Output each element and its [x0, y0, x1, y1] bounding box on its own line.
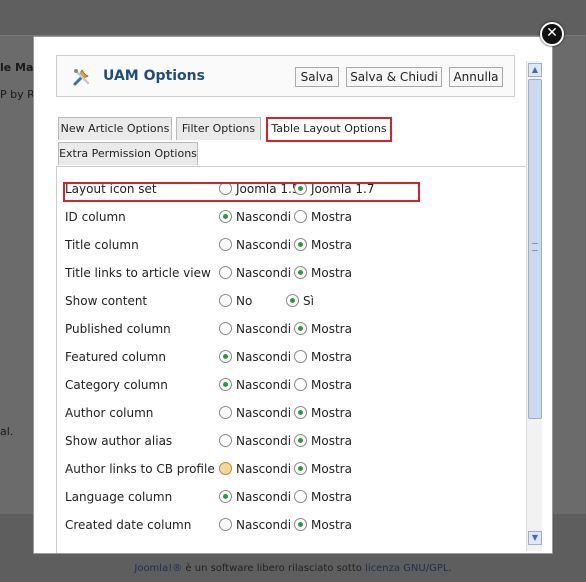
background-topbar: [0, 0, 586, 36]
radio-option-label: Nascondi: [236, 266, 292, 280]
radio-option-label: Nascondi: [236, 462, 292, 476]
radio-button[interactable]: [219, 210, 232, 223]
radio-button[interactable]: [294, 518, 307, 531]
radio-option-label: No: [236, 294, 253, 308]
option-label: Language column: [65, 490, 173, 504]
radio-option-label: Mostra: [311, 350, 352, 364]
option-label: Title links to article view: [65, 266, 211, 280]
scrollbar[interactable]: ▲ ▼: [526, 61, 542, 551]
option-row: Author column Nascondi Mostra: [65, 399, 526, 427]
radio-button[interactable]: [219, 350, 232, 363]
tools-icon: [73, 69, 90, 86]
radio-button[interactable]: [219, 322, 232, 335]
option-row: Title column Nascondi Mostra: [65, 231, 526, 259]
layout-icon-set-highlight: [63, 182, 420, 202]
radio-option-label: Mostra: [311, 490, 352, 504]
option-label: ID column: [65, 210, 126, 224]
option-row: Show author alias Nascondi Mostra: [65, 427, 526, 455]
radio-button[interactable]: [286, 294, 299, 307]
tab-table-layout-options[interactable]: Table Layout Options: [266, 117, 392, 142]
radio-button[interactable]: [219, 378, 232, 391]
table-layout-options-panel: Layout icon set Joomla 1.5 Joomla 1.7 ID co…: [56, 166, 526, 553]
scroll-up-arrow-icon[interactable]: ▲: [528, 63, 542, 77]
save-close-button[interactable]: Salva & Chiudi: [346, 67, 442, 87]
option-label: Author links to CB profile: [65, 462, 215, 476]
tab-extra-permission-options[interactable]: Extra Permission Options: [58, 142, 198, 165]
cancel-button[interactable]: Annulla: [449, 67, 503, 87]
radio-option-label: Mostra: [311, 378, 352, 392]
close-icon[interactable]: ✕: [540, 22, 564, 46]
radio-option-label: Mostra: [311, 518, 352, 532]
radio-button[interactable]: [219, 518, 232, 531]
radio-option-label: Nascondi: [236, 350, 292, 364]
radio-button[interactable]: [294, 434, 307, 447]
scroll-down-arrow-icon[interactable]: ▼: [528, 531, 542, 545]
option-row: Author links to CB profile Nascondi Mostra: [65, 455, 526, 483]
tab-new-article-options[interactable]: New Article Options: [58, 117, 172, 140]
radio-button[interactable]: [219, 434, 232, 447]
tab-filter-options[interactable]: Filter Options: [176, 117, 261, 140]
option-row: Title links to article view Nascondi Mostr…: [65, 259, 526, 287]
radio-button[interactable]: [294, 322, 307, 335]
background-text-fragment: al.: [0, 425, 14, 438]
footer-joomla-link[interactable]: Joomla!®: [134, 563, 182, 574]
uam-options-modal: UAM Options Salva Salva & Chiudi Annulla…: [33, 36, 553, 554]
radio-option-label: Sì: [303, 294, 314, 308]
radio-option-label: Nascondi: [236, 490, 292, 504]
option-label: Featured column: [65, 350, 166, 364]
radio-button[interactable]: [294, 210, 307, 223]
radio-button[interactable]: [219, 406, 232, 419]
radio-button[interactable]: [294, 490, 307, 503]
radio-option-label: Nascondi: [236, 322, 292, 336]
grip-icon: [532, 243, 538, 251]
option-label: Published column: [65, 322, 171, 336]
footer-text: Joomla!® è un software libero rilasciato…: [0, 563, 586, 574]
radio-button[interactable]: [294, 406, 307, 419]
radio-option-label: Nascondi: [236, 238, 292, 252]
scrollbar-thumb[interactable]: [528, 79, 542, 419]
option-row: Created date column Nascondi Mostra: [65, 511, 526, 539]
radio-option-label: Mostra: [311, 406, 352, 420]
radio-button[interactable]: [294, 462, 307, 475]
radio-option-label: Nascondi: [236, 378, 292, 392]
option-label: Author column: [65, 406, 154, 420]
option-label: Show content: [65, 294, 148, 308]
radio-option-label: Mostra: [311, 238, 352, 252]
radio-button[interactable]: [294, 350, 307, 363]
option-label: Show author alias: [65, 434, 173, 448]
option-row: Show content No Sì: [65, 287, 526, 315]
footer-middle-text: è un software libero rilasciato sotto: [182, 563, 366, 574]
option-row: Language column Nascondi Mostra: [65, 483, 526, 511]
modal-header: UAM Options Salva Salva & Chiudi Annulla: [56, 55, 515, 97]
modal-content: UAM Options Salva Salva & Chiudi Annulla…: [34, 37, 526, 553]
radio-option-label: Mostra: [311, 322, 352, 336]
radio-option-label: Nascondi: [236, 406, 292, 420]
option-label: Created date column: [65, 518, 192, 532]
option-label: Title column: [65, 238, 139, 252]
radio-option-label: Mostra: [311, 462, 352, 476]
radio-button[interactable]: [219, 490, 232, 503]
radio-option-label: Nascondi: [236, 210, 292, 224]
radio-button[interactable]: [219, 266, 232, 279]
footer-license-link[interactable]: licenza GNU/GPL: [365, 563, 448, 574]
radio-option-label: Nascondi: [236, 518, 292, 532]
footer-end-text: .: [448, 563, 452, 574]
radio-option-label: Mostra: [311, 266, 352, 280]
page-title: UAM Options: [103, 68, 205, 84]
radio-option-label: Nascondi: [236, 434, 292, 448]
radio-button[interactable]: [294, 266, 307, 279]
radio-button[interactable]: [219, 238, 232, 251]
radio-button[interactable]: [294, 378, 307, 391]
option-row: ID column Nascondi Mostra: [65, 203, 526, 231]
option-row: Published column Nascondi Mostra: [65, 315, 526, 343]
radio-option-label: Mostra: [311, 434, 352, 448]
option-label: Category column: [65, 378, 168, 392]
radio-button[interactable]: [294, 238, 307, 251]
option-row: Featured column Nascondi Mostra: [65, 343, 526, 371]
option-row: Category column Nascondi Mostra: [65, 371, 526, 399]
radio-button[interactable]: [219, 462, 232, 475]
save-button[interactable]: Salva: [295, 67, 339, 87]
radio-button[interactable]: [219, 294, 232, 307]
radio-option-label: Mostra: [311, 210, 352, 224]
